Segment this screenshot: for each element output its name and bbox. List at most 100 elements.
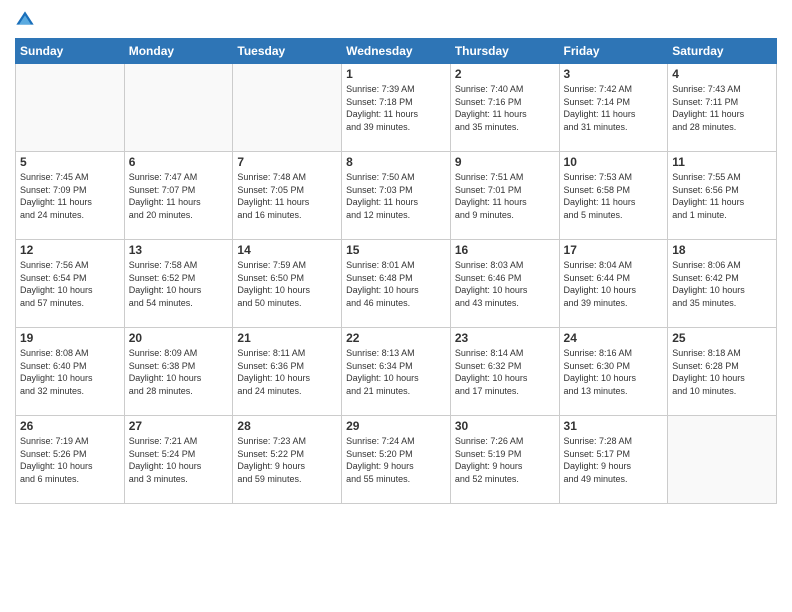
day-info: Sunrise: 8:16 AM Sunset: 6:30 PM Dayligh…: [564, 347, 664, 397]
day-info: Sunrise: 8:01 AM Sunset: 6:48 PM Dayligh…: [346, 259, 446, 309]
day-info: Sunrise: 7:59 AM Sunset: 6:50 PM Dayligh…: [237, 259, 337, 309]
day-info: Sunrise: 8:04 AM Sunset: 6:44 PM Dayligh…: [564, 259, 664, 309]
calendar-cell: 31 Sunrise: 7:28 AM Sunset: 5:17 PM Dayli…: [559, 416, 668, 504]
calendar-cell: 4Sunrise: 7:43 AM Sunset: 7:11 PM Daylig…: [668, 64, 777, 152]
day-number: 13: [129, 243, 229, 257]
day-info: Sunrise: 7:19 AM Sunset: 5:26 PM Dayligh…: [20, 435, 120, 485]
day-info: Sunrise: 7:21 AM Sunset: 5:24 PM Dayligh…: [129, 435, 229, 485]
logo-icon: [15, 10, 35, 30]
day-number: 14: [237, 243, 337, 257]
calendar-cell: 22 Sunrise: 8:13 AM Sunset: 6:34 PM Dayli…: [342, 328, 451, 416]
calendar-cell: 8Sunrise: 7:50 AM Sunset: 7:03 PM Daylig…: [342, 152, 451, 240]
day-info: Sunrise: 7:39 AM Sunset: 7:18 PM Dayligh…: [346, 83, 446, 133]
calendar-cell: 2 Sunrise: 7:40 AM Sunset: 7:16 PM Daylig…: [450, 64, 559, 152]
calendar-cell: 5 Sunrise: 7:45 AM Sunset: 7:09 PM Daylig…: [16, 152, 125, 240]
calendar-week-4: 19 Sunrise: 8:08 AM Sunset: 6:40 PM Dayli…: [16, 328, 777, 416]
day-number: 16: [455, 243, 555, 257]
calendar-cell: 14 Sunrise: 7:59 AM Sunset: 6:50 PM Dayli…: [233, 240, 342, 328]
calendar-cell: 16 Sunrise: 8:03 AM Sunset: 6:46 PM Dayli…: [450, 240, 559, 328]
day-info: Sunrise: 7:50 AM Sunset: 7:03 PM Dayligh…: [346, 171, 446, 221]
calendar-cell: 13 Sunrise: 7:58 AM Sunset: 6:52 PM Dayli…: [124, 240, 233, 328]
day-info: Sunrise: 7:23 AM Sunset: 5:22 PM Dayligh…: [237, 435, 337, 485]
day-info: Sunrise: 7:55 AM Sunset: 6:56 PM Dayligh…: [672, 171, 772, 221]
calendar-cell: 18 Sunrise: 8:06 AM Sunset: 6:42 PM Dayli…: [668, 240, 777, 328]
day-number: 17: [564, 243, 664, 257]
page: SundayMondayTuesdayWednesdayThursdayFrid…: [0, 0, 792, 612]
day-number: 5: [20, 155, 120, 169]
calendar-cell: 6 Sunrise: 7:47 AM Sunset: 7:07 PM Daylig…: [124, 152, 233, 240]
calendar-cell: 10Sunrise: 7:53 AM Sunset: 6:58 PM Dayli…: [559, 152, 668, 240]
day-number: 4: [672, 67, 772, 81]
day-info: Sunrise: 7:45 AM Sunset: 7:09 PM Dayligh…: [20, 171, 120, 221]
day-info: Sunrise: 7:58 AM Sunset: 6:52 PM Dayligh…: [129, 259, 229, 309]
day-info: Sunrise: 8:08 AM Sunset: 6:40 PM Dayligh…: [20, 347, 120, 397]
calendar-header-friday: Friday: [559, 39, 668, 64]
day-number: 20: [129, 331, 229, 345]
day-number: 23: [455, 331, 555, 345]
day-info: Sunrise: 8:18 AM Sunset: 6:28 PM Dayligh…: [672, 347, 772, 397]
calendar-header-monday: Monday: [124, 39, 233, 64]
calendar-cell: 29 Sunrise: 7:24 AM Sunset: 5:20 PM Dayli…: [342, 416, 451, 504]
day-number: 2: [455, 67, 555, 81]
calendar-week-3: 12Sunrise: 7:56 AM Sunset: 6:54 PM Dayli…: [16, 240, 777, 328]
calendar-cell: 21Sunrise: 8:11 AM Sunset: 6:36 PM Dayli…: [233, 328, 342, 416]
day-info: Sunrise: 7:48 AM Sunset: 7:05 PM Dayligh…: [237, 171, 337, 221]
day-info: Sunrise: 7:42 AM Sunset: 7:14 PM Dayligh…: [564, 83, 664, 133]
day-number: 7: [237, 155, 337, 169]
day-number: 19: [20, 331, 120, 345]
day-info: Sunrise: 7:47 AM Sunset: 7:07 PM Dayligh…: [129, 171, 229, 221]
day-info: Sunrise: 8:03 AM Sunset: 6:46 PM Dayligh…: [455, 259, 555, 309]
calendar-cell: 26 Sunrise: 7:19 AM Sunset: 5:26 PM Dayli…: [16, 416, 125, 504]
day-number: 1: [346, 67, 446, 81]
day-number: 30: [455, 419, 555, 433]
calendar-week-5: 26 Sunrise: 7:19 AM Sunset: 5:26 PM Dayli…: [16, 416, 777, 504]
day-info: Sunrise: 7:40 AM Sunset: 7:16 PM Dayligh…: [455, 83, 555, 133]
day-number: 11: [672, 155, 772, 169]
day-number: 22: [346, 331, 446, 345]
calendar-cell: 12Sunrise: 7:56 AM Sunset: 6:54 PM Dayli…: [16, 240, 125, 328]
calendar-header-thursday: Thursday: [450, 39, 559, 64]
day-number: 3: [564, 67, 664, 81]
calendar: SundayMondayTuesdayWednesdayThursdayFrid…: [15, 38, 777, 504]
day-info: Sunrise: 8:11 AM Sunset: 6:36 PM Dayligh…: [237, 347, 337, 397]
day-number: 25: [672, 331, 772, 345]
calendar-cell: 28 Sunrise: 7:23 AM Sunset: 5:22 PM Dayli…: [233, 416, 342, 504]
day-info: Sunrise: 7:51 AM Sunset: 7:01 PM Dayligh…: [455, 171, 555, 221]
calendar-cell: [16, 64, 125, 152]
calendar-cell: 11 Sunrise: 7:55 AM Sunset: 6:56 PM Dayli…: [668, 152, 777, 240]
day-number: 28: [237, 419, 337, 433]
day-info: Sunrise: 7:28 AM Sunset: 5:17 PM Dayligh…: [564, 435, 664, 485]
calendar-cell: [124, 64, 233, 152]
day-number: 26: [20, 419, 120, 433]
calendar-cell: 23 Sunrise: 8:14 AM Sunset: 6:32 PM Dayli…: [450, 328, 559, 416]
calendar-cell: 27 Sunrise: 7:21 AM Sunset: 5:24 PM Dayli…: [124, 416, 233, 504]
day-info: Sunrise: 8:09 AM Sunset: 6:38 PM Dayligh…: [129, 347, 229, 397]
calendar-cell: 24Sunrise: 8:16 AM Sunset: 6:30 PM Dayli…: [559, 328, 668, 416]
day-info: Sunrise: 8:06 AM Sunset: 6:42 PM Dayligh…: [672, 259, 772, 309]
day-number: 18: [672, 243, 772, 257]
day-number: 29: [346, 419, 446, 433]
calendar-cell: 7 Sunrise: 7:48 AM Sunset: 7:05 PM Daylig…: [233, 152, 342, 240]
calendar-cell: 25 Sunrise: 8:18 AM Sunset: 6:28 PM Dayli…: [668, 328, 777, 416]
day-number: 31: [564, 419, 664, 433]
calendar-cell: 20 Sunrise: 8:09 AM Sunset: 6:38 PM Dayli…: [124, 328, 233, 416]
calendar-cell: 9Sunrise: 7:51 AM Sunset: 7:01 PM Daylig…: [450, 152, 559, 240]
calendar-cell: [668, 416, 777, 504]
calendar-header-saturday: Saturday: [668, 39, 777, 64]
calendar-cell: 30 Sunrise: 7:26 AM Sunset: 5:19 PM Dayli…: [450, 416, 559, 504]
day-number: 15: [346, 243, 446, 257]
day-info: Sunrise: 7:26 AM Sunset: 5:19 PM Dayligh…: [455, 435, 555, 485]
logo: [15, 10, 39, 30]
calendar-week-2: 5 Sunrise: 7:45 AM Sunset: 7:09 PM Daylig…: [16, 152, 777, 240]
day-info: Sunrise: 7:24 AM Sunset: 5:20 PM Dayligh…: [346, 435, 446, 485]
day-info: Sunrise: 8:13 AM Sunset: 6:34 PM Dayligh…: [346, 347, 446, 397]
day-number: 27: [129, 419, 229, 433]
header: [15, 10, 777, 30]
day-number: 6: [129, 155, 229, 169]
day-info: Sunrise: 7:56 AM Sunset: 6:54 PM Dayligh…: [20, 259, 120, 309]
calendar-cell: 19 Sunrise: 8:08 AM Sunset: 6:40 PM Dayli…: [16, 328, 125, 416]
calendar-cell: 17 Sunrise: 8:04 AM Sunset: 6:44 PM Dayli…: [559, 240, 668, 328]
calendar-cell: [233, 64, 342, 152]
calendar-header-wednesday: Wednesday: [342, 39, 451, 64]
day-info: Sunrise: 8:14 AM Sunset: 6:32 PM Dayligh…: [455, 347, 555, 397]
